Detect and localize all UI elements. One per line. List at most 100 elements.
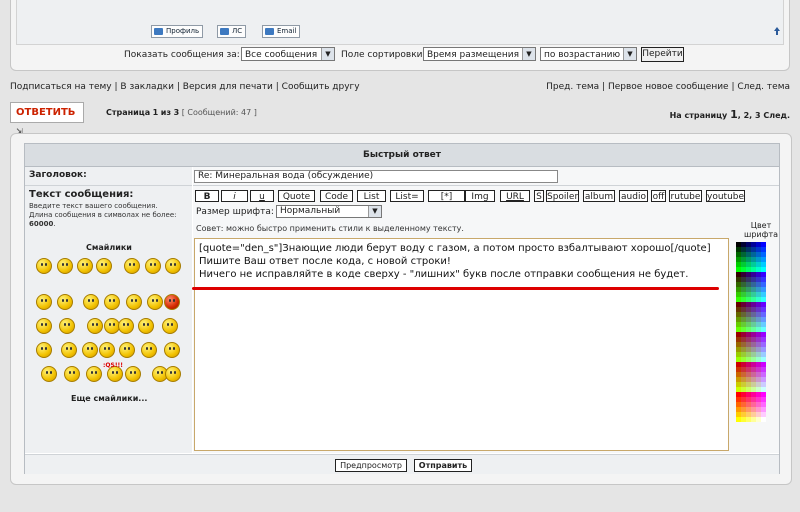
bbcode-10-button[interactable]: S xyxy=(534,190,544,202)
subject-label-cell: Заголовок: xyxy=(25,167,192,186)
bbcode-6-button[interactable]: List= xyxy=(390,190,424,202)
smiley-icon[interactable] xyxy=(36,258,52,274)
body-hint: Введите текст вашего сообщения. Длина со… xyxy=(29,202,177,228)
profile-button[interactable]: Профиль xyxy=(151,25,204,38)
bbcode-0-button[interactable]: B xyxy=(195,190,219,202)
smiley-icon[interactable] xyxy=(125,366,141,382)
bbcode-7-button[interactable]: [*] xyxy=(428,190,465,202)
smiley-icon[interactable] xyxy=(162,318,178,334)
bbcode-14-button[interactable]: off xyxy=(651,190,666,202)
smiley-icon[interactable] xyxy=(138,318,154,334)
bbcode-1-button[interactable]: i xyxy=(221,190,248,202)
smiley-icon[interactable] xyxy=(59,318,75,334)
smiley-icon[interactable] xyxy=(165,258,181,274)
font-size-value: Нормальный xyxy=(280,206,341,216)
font-size-label: Размер шрифта: xyxy=(196,207,274,217)
page-of: из xyxy=(160,108,172,117)
smiley-icon[interactable] xyxy=(61,342,77,358)
smiley-icon[interactable] xyxy=(119,342,135,358)
smiley-icon[interactable] xyxy=(86,366,102,382)
subject-input[interactable]: Re: Минеральная вода (обсуждение) xyxy=(194,170,558,183)
first-new-link[interactable]: Первое новое сообщение xyxy=(608,82,729,92)
smiley-icon[interactable] xyxy=(77,258,93,274)
bbcode-9-button[interactable]: URL xyxy=(500,190,530,202)
email-button[interactable]: Email xyxy=(262,25,301,38)
sort-field-select[interactable]: Время размещения ▼ xyxy=(423,47,536,61)
smiley-icon[interactable] xyxy=(145,258,161,274)
smiley-icon[interactable] xyxy=(83,294,99,310)
reply-button-label: ОТВЕТИТЬ xyxy=(16,107,76,118)
smiley-icon[interactable] xyxy=(82,342,98,358)
topic-actions: Подписаться на тему | В закладки | Верси… xyxy=(10,82,360,92)
chevron-down-icon: ▼ xyxy=(623,48,636,60)
preview-button[interactable]: Предпросмотр xyxy=(335,459,407,472)
bbcode-15-button[interactable]: rutube xyxy=(669,190,702,202)
palette-row xyxy=(736,417,776,422)
next-page-link[interactable]: След. xyxy=(763,111,790,120)
bbcode-3-button[interactable]: Quote xyxy=(278,190,315,202)
smiley-icon[interactable] xyxy=(118,318,134,334)
subscribe-link[interactable]: Подписаться на тему xyxy=(10,82,112,92)
show-posts-select[interactable]: Все сообщения ▼ xyxy=(241,47,335,61)
separator: | xyxy=(275,82,279,92)
page-label: Страница xyxy=(106,108,151,117)
show-posts-label: Показать сообщения за: xyxy=(124,50,240,60)
smiley-icon[interactable] xyxy=(57,258,73,274)
bbcode-4-button[interactable]: Code xyxy=(320,190,353,202)
text-line-2: Пишите Ваш ответ после кода, с новой стр… xyxy=(199,256,451,267)
smiley-icon[interactable] xyxy=(141,342,157,358)
scroll-top-icon[interactable] xyxy=(774,27,780,35)
reply-button[interactable]: ОТВЕТИТЬ ⇲ xyxy=(10,102,84,136)
bbcode-12-button[interactable]: album xyxy=(583,190,615,202)
bbcode-11-button[interactable]: Spoiler xyxy=(546,190,579,202)
print-version-link[interactable]: Версия для печати xyxy=(183,82,273,92)
bookmarks-link[interactable]: В закладки xyxy=(120,82,174,92)
go-button[interactable]: Перейти xyxy=(641,47,684,62)
page-total: 3 xyxy=(173,108,180,117)
devil-smiley-icon[interactable] xyxy=(164,294,180,310)
next-topic-link[interactable]: След. тема xyxy=(737,82,790,92)
sort-field-value: Время размещения xyxy=(427,50,519,60)
font-size-select[interactable]: Нормальный ▼ xyxy=(276,205,382,218)
smiley-icon[interactable] xyxy=(99,342,115,358)
sort-order-select[interactable]: по возрастанию ▼ xyxy=(540,47,637,61)
more-smilies-link[interactable]: Еще смайлики... xyxy=(71,394,147,403)
smiley-icon[interactable] xyxy=(87,318,103,334)
smiley-icon[interactable] xyxy=(164,342,180,358)
smiley-icon[interactable] xyxy=(124,258,140,274)
bbcode-5-button[interactable]: List xyxy=(357,190,386,202)
smiley-icon[interactable] xyxy=(64,366,80,382)
smiley-icon[interactable] xyxy=(147,294,163,310)
page-2-link[interactable]: 2 xyxy=(744,111,750,120)
separator: | xyxy=(114,82,118,92)
page-3-link[interactable]: 3 xyxy=(755,111,761,120)
bbcode-8-button[interactable]: Img xyxy=(465,190,495,202)
post-footer xyxy=(16,0,784,45)
bbcode-16-button[interactable]: youtube xyxy=(706,190,745,202)
palette-swatch[interactable] xyxy=(761,417,766,422)
smiley-icon[interactable] xyxy=(96,258,112,274)
sort-order-value: по возрастанию xyxy=(544,50,621,60)
tell-friend-link[interactable]: Сообщить другу xyxy=(282,82,360,92)
page-current: 1 xyxy=(152,108,159,117)
bbcode-13-button[interactable]: audio xyxy=(619,190,648,202)
smiley-icon[interactable] xyxy=(126,294,142,310)
red-underline-annotation xyxy=(192,287,719,290)
smiley-icon[interactable] xyxy=(57,294,73,310)
message-textarea[interactable]: [quote="den_s"]Знающие люди берут воду с… xyxy=(194,238,729,451)
smiley-icon[interactable] xyxy=(36,318,52,334)
color-label: Цвет шрифта xyxy=(744,221,778,239)
smiley-icon[interactable] xyxy=(36,342,52,358)
send-button[interactable]: Отправить xyxy=(414,459,472,472)
pm-button[interactable]: ЛС xyxy=(217,25,247,38)
smiley-icon[interactable] xyxy=(36,294,52,310)
bbcode-2-button[interactable]: u xyxy=(250,190,274,202)
smiley-icon[interactable] xyxy=(41,366,57,382)
separator: | xyxy=(602,82,606,92)
prev-topic-link[interactable]: Пред. тема xyxy=(546,82,599,92)
smiley-icon[interactable] xyxy=(165,366,181,382)
topic-navigation: Пред. тема | Первое новое сообщение | Сл… xyxy=(546,82,790,92)
font-color-palette[interactable] xyxy=(736,242,776,422)
page-1-current: 1 xyxy=(730,108,738,121)
smiley-icon[interactable] xyxy=(104,294,120,310)
